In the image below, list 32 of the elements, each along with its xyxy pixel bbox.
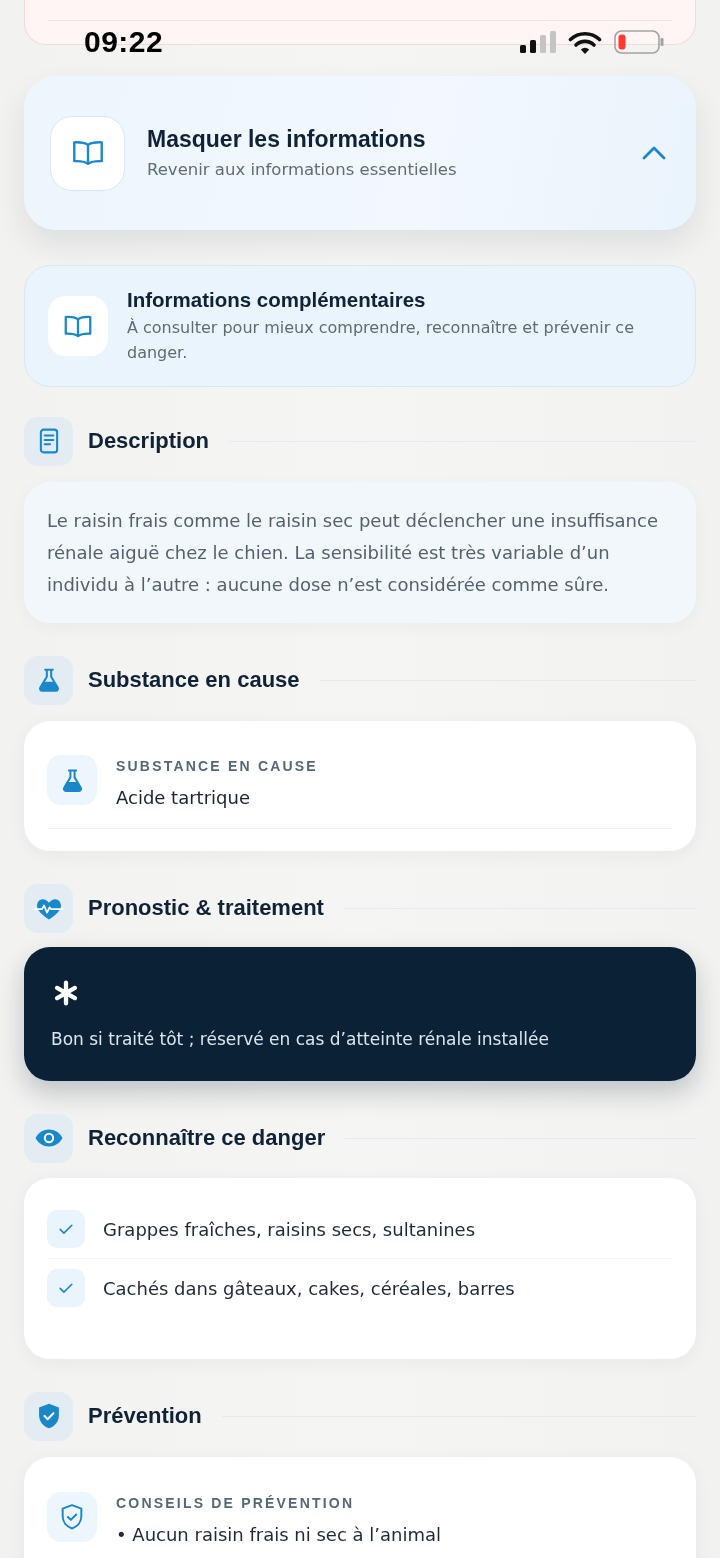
asterisk-icon [53, 980, 79, 1006]
flask-icon [47, 755, 97, 805]
info-text: À consulter pour mieux comprendre, reconnaître et prévenir ce danger. [127, 316, 635, 364]
shield-check-icon [24, 1391, 73, 1441]
collapse-button[interactable]: Masquer les informations Revenir aux informations essentielles [24, 76, 696, 230]
document-icon [24, 416, 73, 466]
section-title: Reconnaître ce danger [88, 1125, 326, 1151]
check-icon [47, 1210, 85, 1248]
section-title: Prévention [88, 1403, 202, 1429]
status-time: 09:22 [84, 25, 164, 59]
section-title: Description [88, 428, 210, 454]
fact-label: SUBSTANCE EN CAUSE [116, 757, 318, 775]
checklist-item: Cachés dans gâteaux, cakes, céréales, barres [103, 1277, 515, 1299]
wifi-icon [568, 30, 602, 54]
book-icon [50, 115, 125, 191]
section-title: Pronostic & traitement [88, 895, 324, 921]
shield-check-icon [47, 1492, 97, 1542]
description-text: Le raisin frais comme le raisin sec peut déclencher une insuffisance rénale aiguë chez le chien. La sensibilité est très variable d’un individu à l’autre : aucune dose n’est considérée comme sûre. [47, 509, 659, 597]
battery-icon [614, 30, 664, 54]
check-icon [47, 1269, 85, 1307]
checklist-item: Grappes fraîches, raisins secs, sultanines [103, 1218, 475, 1240]
eye-icon [24, 1113, 73, 1163]
heart-pulse-icon [24, 883, 73, 933]
section-title: Substance en cause [88, 667, 300, 693]
prognosis-text: Bon si traité tôt ; réservé en cas d’atteinte rénale installée [51, 1028, 550, 1051]
flask-icon [24, 655, 73, 705]
tip-item: • Aucun raisin frais ni sec à l’animal [116, 1523, 441, 1547]
tips-label: CONSEILS DE PRÉVENTION [116, 1494, 356, 1512]
info-title: Informations complémentaires [127, 287, 427, 312]
fact-value: Acide tartrique [116, 786, 251, 810]
book-icon [48, 296, 108, 356]
signal-icon [520, 31, 556, 53]
